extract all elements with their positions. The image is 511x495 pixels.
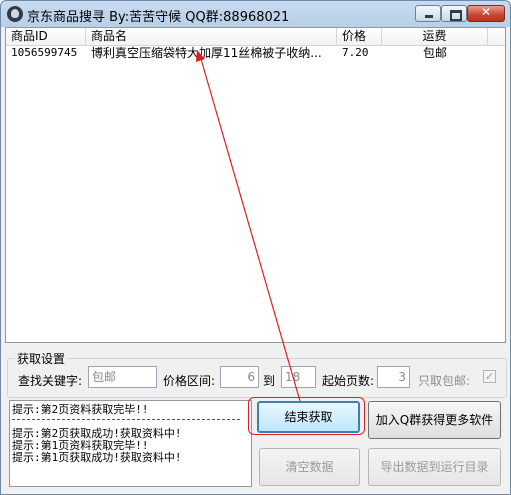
keyword-input[interactable]: 包邮 bbox=[88, 366, 157, 388]
table-row[interactable]: 1056599745 博利真空压缩袋特大加厚11丝棉被子收纳... 7.20 包… bbox=[6, 45, 505, 62]
stop-fetch-button[interactable]: 结束获取 bbox=[257, 401, 360, 433]
cell-product-name: 博利真空压缩袋特大加厚11丝棉被子收纳... bbox=[91, 46, 322, 60]
app-icon bbox=[7, 6, 23, 22]
log-line: 提示:第1页获取成功!获取资料中! bbox=[12, 451, 182, 464]
column-header-filler bbox=[488, 28, 505, 45]
checkmark-icon: ✓ bbox=[484, 370, 495, 383]
clear-data-button[interactable]: 清空数据 bbox=[259, 448, 360, 486]
cell-shipping: 包邮 bbox=[422, 46, 447, 60]
column-header-price[interactable]: 价格 bbox=[337, 28, 382, 45]
product-list[interactable]: 商品ID 商品名 价格 运费 1056599745 博利真空压缩袋特大加厚11丝… bbox=[5, 27, 506, 343]
free-shipping-only-checkbox[interactable]: ✓ bbox=[483, 370, 496, 383]
column-header-product-id[interactable]: 商品ID bbox=[6, 28, 86, 45]
price-max-input[interactable]: 18 bbox=[281, 366, 316, 388]
log-separator bbox=[12, 419, 240, 420]
log-output[interactable]: 提示:第2页资料获取完毕!! 提示:第2页获取成功!获取资料中! 提示:第1页资… bbox=[9, 400, 252, 487]
price-to-label: 到 bbox=[263, 374, 276, 388]
cell-price: 7.20 bbox=[342, 46, 369, 59]
column-header-shipping[interactable]: 运费 bbox=[382, 28, 488, 45]
settings-group-title: 获取设置 bbox=[15, 350, 68, 367]
price-min-input[interactable]: 6 bbox=[220, 366, 259, 388]
join-qq-group-button[interactable]: 加入Q群获得更多软件 bbox=[368, 401, 501, 439]
maximize-button[interactable] bbox=[441, 5, 467, 22]
cell-product-id: 1056599745 bbox=[11, 46, 78, 59]
app-window: 京东商品搜寻 By:苦苦守候 QQ群:88968021 ✕ 商品ID 商品名 价… bbox=[0, 0, 511, 495]
list-header: 商品ID 商品名 价格 运费 bbox=[6, 28, 505, 46]
keyword-label: 查找关键字: bbox=[18, 374, 83, 388]
close-button[interactable]: ✕ bbox=[467, 5, 505, 22]
free-shipping-only-label: 只取包邮: bbox=[418, 374, 471, 388]
title-bar[interactable]: 京东商品搜寻 By:苦苦守候 QQ群:88968021 ✕ bbox=[1, 1, 510, 27]
log-line: 提示:第2页资料获取完毕!! bbox=[12, 403, 149, 416]
start-page-input[interactable]: 3 bbox=[377, 366, 410, 388]
minimize-button[interactable] bbox=[415, 5, 441, 22]
close-icon: ✕ bbox=[480, 5, 492, 19]
column-header-product-name[interactable]: 商品名 bbox=[86, 28, 337, 45]
start-page-label: 起始页数: bbox=[322, 374, 375, 388]
maximize-icon bbox=[450, 10, 462, 21]
minimize-icon bbox=[425, 15, 433, 18]
export-data-button[interactable]: 导出数据到运行目录 bbox=[368, 448, 501, 486]
price-range-label: 价格区间: bbox=[163, 374, 216, 388]
window-title: 京东商品搜寻 By:苦苦守候 QQ群:88968021 bbox=[27, 10, 290, 25]
